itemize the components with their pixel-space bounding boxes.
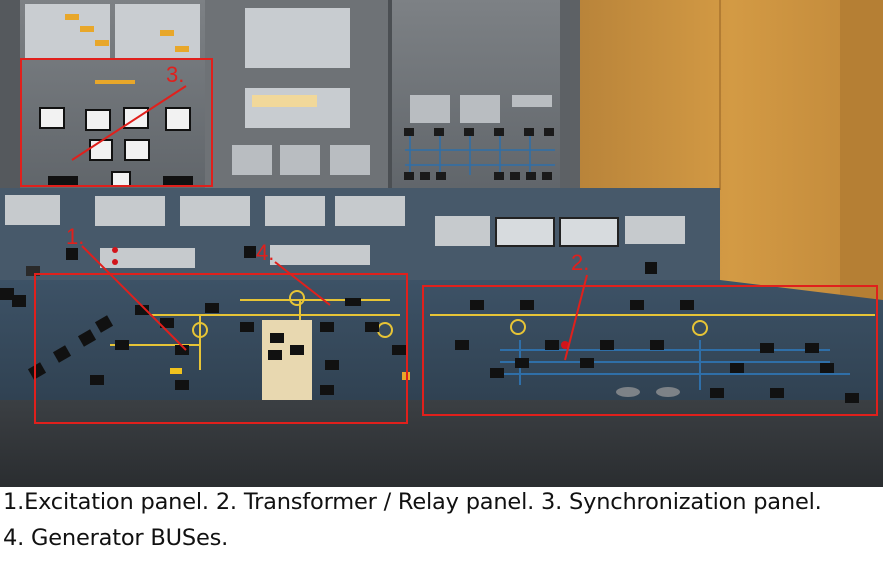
annotation-number-3: 3. [166, 62, 185, 87]
leader-line-1 [81, 245, 187, 351]
annotation-leaders [71, 85, 588, 361]
control-room-photo: 1. 2. 3. 4. [0, 0, 883, 487]
caption-line-2: 4. Generator BUSes. [3, 525, 229, 551]
annotation-number-2: 2. [571, 250, 590, 275]
figure-caption: 1.Excitation panel. 2. Transformer / Rel… [0, 488, 883, 563]
leader-line-2 [564, 274, 588, 361]
caption-line-1: 1.Excitation panel. 2. Transformer / Rel… [3, 489, 822, 515]
annotation-number-1: 1. [66, 224, 85, 249]
annotation-number-4: 4. [256, 240, 275, 265]
leader-line-4 [274, 261, 331, 306]
leader-line-3 [71, 85, 187, 161]
